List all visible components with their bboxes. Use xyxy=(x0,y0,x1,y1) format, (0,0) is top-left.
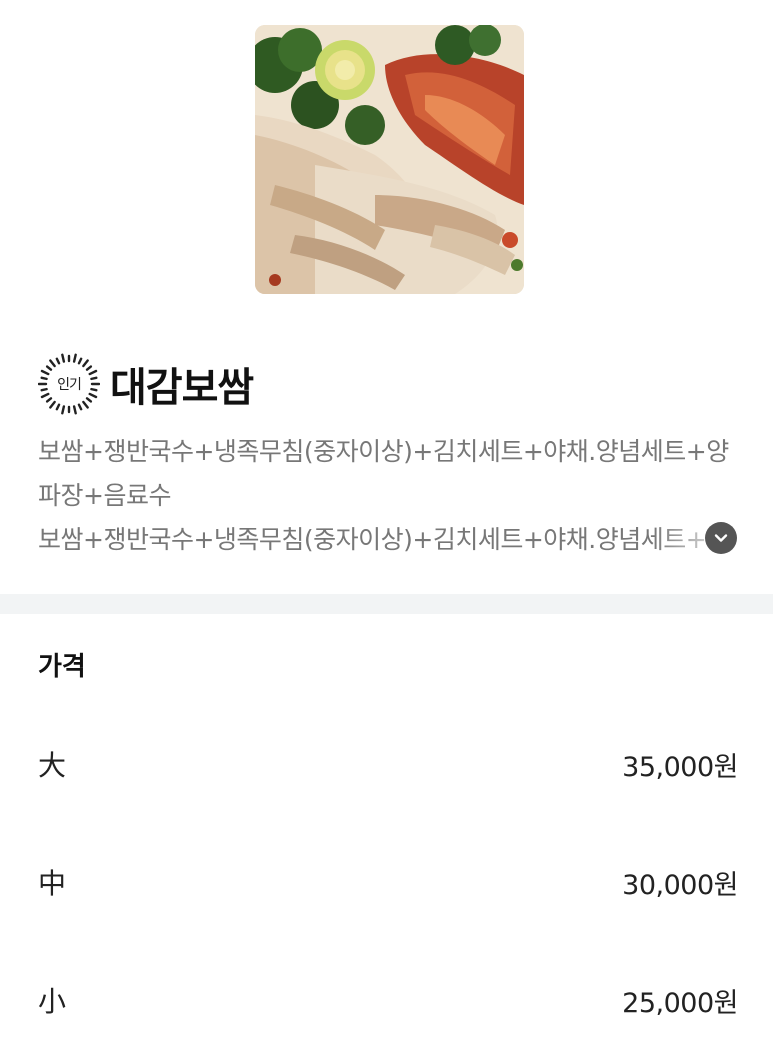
price-option-price: 30,000원 xyxy=(622,869,738,901)
price-option-medium[interactable]: 中 30,000원 xyxy=(38,860,738,904)
price-option-size: 中 xyxy=(38,867,67,900)
price-option-large[interactable]: 大 35,000원 xyxy=(38,742,738,786)
menu-description-collapsed: 보쌈+쟁반국수+냉족무침(중자이상)+김치세트+야채.양념세트+양파장+음료수 xyxy=(38,525,738,554)
price-option-price: 25,000원 xyxy=(622,987,738,1019)
section-divider xyxy=(0,594,773,614)
price-option-small[interactable]: 小 25,000원 xyxy=(38,978,738,1022)
price-section-heading: 가격 xyxy=(38,652,86,682)
popular-badge-label: 인기 xyxy=(57,377,82,393)
menu-photo[interactable] xyxy=(255,25,524,294)
bossam-food-image xyxy=(255,25,524,294)
menu-description: 보쌈+쟁반국수+냉족무침(중자이상)+김치세트+야채.양념세트+양파장+음료수 xyxy=(38,437,729,510)
chevron-down-icon xyxy=(714,534,728,542)
price-option-size: 大 xyxy=(38,749,67,782)
price-option-price: 35,000원 xyxy=(622,751,738,783)
price-option-size: 小 xyxy=(38,985,67,1018)
popular-badge: 인기 xyxy=(38,353,100,415)
menu-title: 대감보쌈 xyxy=(110,365,254,411)
expand-description-button[interactable] xyxy=(705,522,737,554)
menu-title-row: 인기 대감보쌈 xyxy=(38,352,254,416)
